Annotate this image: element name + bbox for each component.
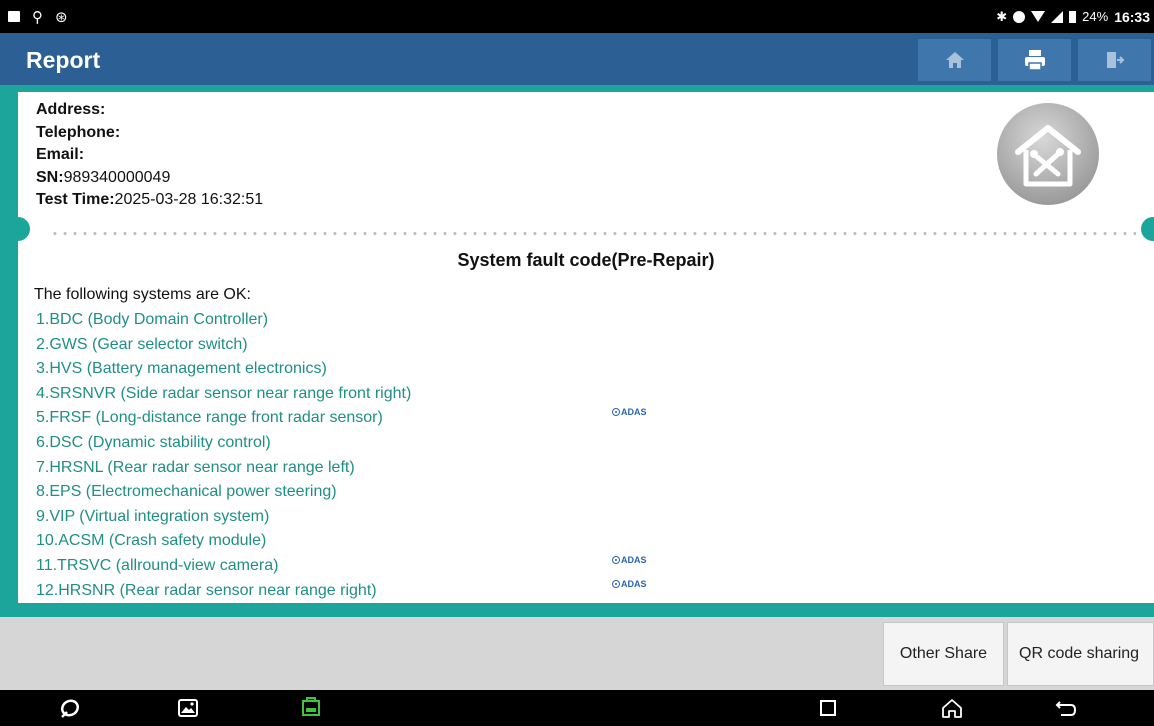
debug-icon: ⊛ bbox=[55, 8, 68, 26]
wifi-icon bbox=[1031, 11, 1046, 22]
recents-icon bbox=[820, 700, 836, 716]
adas-badge[interactable]: ADAS bbox=[612, 407, 647, 417]
home-nav-button[interactable] bbox=[940, 697, 964, 719]
list-item: 7.HRSNL (Rear radar sensor near range le… bbox=[36, 458, 355, 476]
image-notification-icon bbox=[8, 11, 20, 22]
print-icon bbox=[1024, 50, 1045, 71]
other-share-button[interactable]: Other Share bbox=[883, 622, 1004, 686]
adas-badge[interactable]: ADAS bbox=[612, 579, 647, 589]
list-item: 12.HRSNR (Rear radar sensor near range r… bbox=[36, 581, 377, 599]
back-icon bbox=[1055, 701, 1077, 716]
back-button[interactable] bbox=[1054, 697, 1078, 719]
report-info: Address: Telephone: Email: SN:9893400000… bbox=[36, 99, 263, 212]
test-time-row: Test Time:2025-03-28 16:32:51 bbox=[36, 191, 264, 209]
battery-icon bbox=[1069, 10, 1077, 23]
system-nav-bar bbox=[0, 690, 1154, 726]
page-title: Report bbox=[26, 47, 101, 73]
vci-button[interactable] bbox=[297, 697, 325, 719]
system-list: 1.BDC (Body Domain Controller) 2.GWS (Ge… bbox=[36, 308, 411, 603]
signal-icon bbox=[1051, 10, 1064, 23]
sn-row: SN:989340000049 bbox=[36, 168, 171, 186]
list-item: 4.SRSNVR (Side radar sensor near range f… bbox=[36, 384, 412, 402]
address-row: Address: bbox=[36, 101, 106, 118]
list-item: 3.HVS (Battery management electronics) bbox=[36, 360, 327, 378]
sn-value: 989340000049 bbox=[63, 168, 171, 186]
clock: 16:33 bbox=[1114, 8, 1150, 25]
section-divider bbox=[18, 228, 1154, 238]
exit-icon bbox=[1106, 52, 1124, 68]
home-button[interactable] bbox=[918, 39, 991, 81]
list-item: 9.VIP (Virtual integration system) bbox=[36, 507, 270, 525]
adas-icon bbox=[612, 408, 620, 416]
list-item: 2.GWS (Gear selector switch) bbox=[36, 335, 248, 353]
list-item: 11.TRSVC (allround-view camera) bbox=[36, 556, 279, 574]
gallery-icon bbox=[178, 699, 198, 717]
dnd-icon bbox=[1013, 10, 1026, 23]
home-nav-icon bbox=[942, 699, 962, 718]
ok-systems-label: The following systems are OK: bbox=[34, 286, 251, 303]
gallery-button[interactable] bbox=[176, 697, 200, 719]
app-header: Report bbox=[0, 33, 1154, 85]
recents-button[interactable] bbox=[816, 697, 840, 719]
usb-icon: ⚲ bbox=[32, 8, 43, 26]
bluetooth-icon: ✱ bbox=[996, 8, 1008, 24]
adas-icon bbox=[612, 556, 620, 564]
status-bar: ⚲ ⊛ ✱ 24% 16:33 bbox=[0, 0, 1154, 33]
status-indicators: ✱ 24% 16:33 bbox=[996, 0, 1150, 33]
status-notifications: ⚲ ⊛ bbox=[8, 0, 68, 33]
list-item: 1.BDC (Body Domain Controller) bbox=[36, 311, 269, 328]
list-item: 8.EPS (Electromechanical power steering) bbox=[36, 483, 337, 501]
exit-button[interactable] bbox=[1078, 39, 1151, 81]
browser-icon bbox=[60, 699, 80, 718]
home-icon bbox=[945, 52, 964, 68]
list-item: 10.ACSM (Crash safety module) bbox=[36, 532, 267, 550]
list-item: 6.DSC (Dynamic stability control) bbox=[36, 433, 271, 451]
divider-notch-left bbox=[6, 217, 30, 241]
browser-button[interactable] bbox=[58, 697, 82, 719]
test-time-value: 2025-03-28 16:32:51 bbox=[114, 191, 264, 209]
report-card[interactable]: Address: Telephone: Email: SN:9893400000… bbox=[18, 92, 1154, 603]
section-title: System fault code(Pre-Repair) bbox=[457, 250, 715, 270]
action-bar: Other Share QR code sharing bbox=[0, 617, 1154, 690]
adas-badge[interactable]: ADAS bbox=[612, 555, 647, 565]
report-frame: Address: Telephone: Email: SN:9893400000… bbox=[0, 85, 1154, 617]
print-button[interactable] bbox=[998, 39, 1071, 81]
list-item: 5.FRSF (Long-distance range front radar … bbox=[36, 409, 383, 427]
qr-share-button[interactable]: QR code sharing bbox=[1007, 622, 1154, 686]
report-logo-icon bbox=[997, 103, 1099, 205]
email-row: Email: bbox=[36, 146, 85, 164]
adas-icon bbox=[612, 580, 620, 588]
telephone-row: Telephone: bbox=[36, 123, 121, 141]
battery-percent: 24% bbox=[1082, 9, 1109, 24]
vci-icon bbox=[302, 697, 320, 716]
